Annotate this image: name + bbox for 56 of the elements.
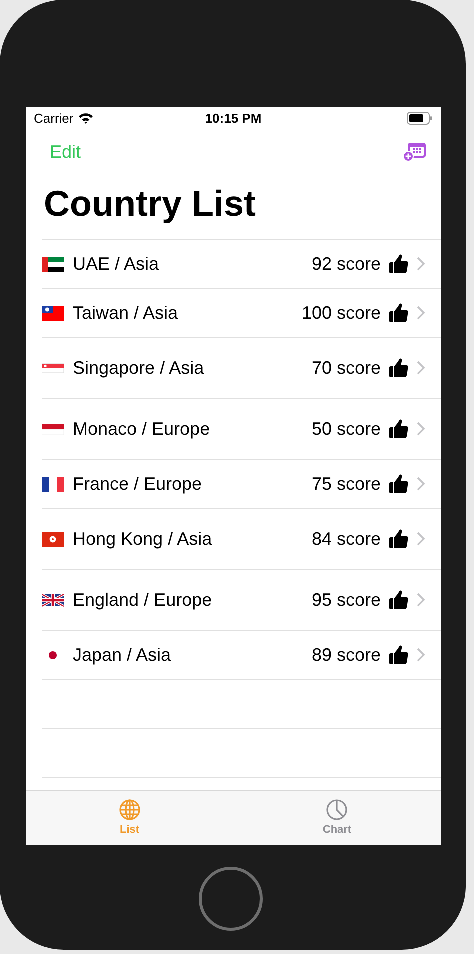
country-row[interactable]: England / Europe 95 score: [42, 570, 441, 631]
flag-icon: [42, 532, 64, 546]
thumbs-up-icon: [389, 254, 409, 274]
country-label: Singapore / Asia: [73, 358, 206, 378]
battery-icon: [407, 112, 433, 124]
country-label: France / Europe: [73, 474, 204, 494]
country-row[interactable]: Japan / Asia 89 score: [42, 631, 441, 680]
thumbs-up-icon: [389, 358, 409, 378]
country-label: England / Europe: [73, 590, 214, 610]
country-row[interactable]: UAE / Asia 92 score: [42, 240, 441, 289]
calendar-add-icon[interactable]: [403, 142, 427, 162]
score-text: 92 score: [312, 254, 381, 274]
globe-icon: [118, 799, 141, 821]
chevron-right-icon: [417, 648, 425, 662]
score-text: 75 score: [312, 474, 381, 494]
score-text: 89 score: [312, 644, 381, 666]
page-title: Country List: [44, 182, 257, 226]
chevron-right-icon: [417, 422, 425, 436]
score-text: 95 score: [312, 590, 381, 610]
flag-icon: [42, 422, 64, 436]
flag-icon: [42, 360, 64, 376]
country-label: Monaco / Europe: [73, 418, 212, 440]
wifi-icon: [78, 112, 94, 124]
country-label: Hong Kong / Asia: [73, 528, 214, 550]
chevron-right-icon: [417, 532, 425, 546]
carrier-name: Carrier: [34, 110, 74, 126]
home-button[interactable]: [199, 867, 263, 931]
flag-icon: [42, 592, 64, 608]
chevron-right-icon: [417, 257, 425, 271]
thumbs-up-icon: [389, 529, 409, 549]
score-text: 84 score: [312, 528, 381, 550]
country-row[interactable]: France / Europe 75 score: [42, 460, 441, 509]
chevron-right-icon: [417, 361, 425, 375]
pie-chart-icon: [326, 799, 348, 821]
thumbs-up-icon: [389, 474, 409, 494]
thumbs-up-icon: [389, 303, 409, 323]
country-row[interactable]: Hong Kong / Asia 84 score: [42, 509, 441, 570]
chevron-right-icon: [417, 306, 425, 320]
status-time: 10:15 PM: [205, 110, 262, 126]
thumbs-up-icon: [389, 645, 409, 665]
score-text: 70 score: [312, 358, 381, 378]
country-row[interactable]: Singapore / Asia 70 score: [42, 338, 441, 399]
country-row[interactable]: Monaco / Europe 50 score: [42, 399, 441, 460]
thumbs-up-icon: [389, 590, 409, 610]
chevron-right-icon: [417, 477, 425, 491]
score-text: 50 score: [312, 418, 381, 440]
flag-icon: [42, 476, 64, 492]
score-text: 100 score: [302, 302, 381, 324]
flag-icon: [42, 306, 64, 320]
country-label: Japan / Asia: [73, 644, 172, 666]
chevron-right-icon: [417, 593, 425, 607]
country-row[interactable]: Taiwan / Asia 100 score: [42, 289, 441, 338]
thumbs-up-icon: [389, 419, 409, 439]
country-label: Taiwan / Asia: [73, 302, 180, 324]
country-label: UAE / Asia: [73, 254, 160, 274]
flag-icon: [42, 256, 64, 272]
